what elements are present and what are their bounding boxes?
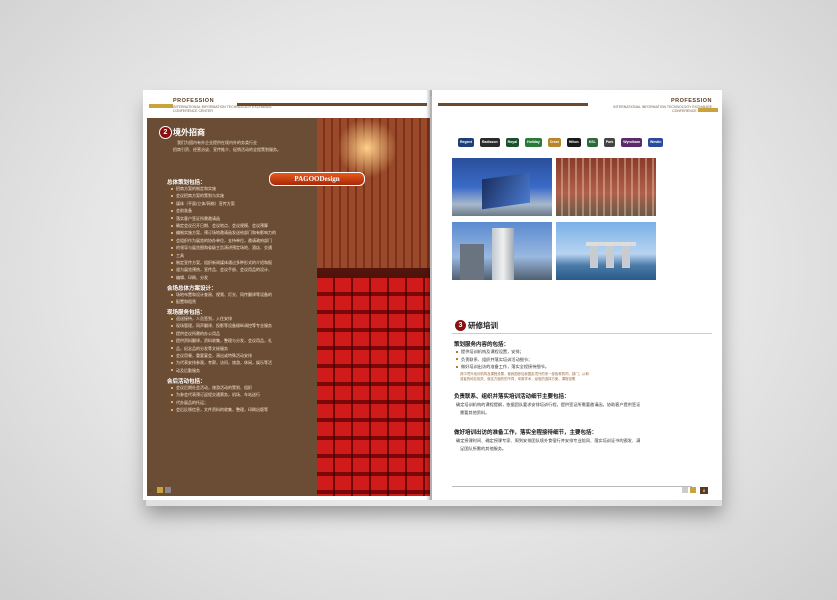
page-number: 8 <box>700 487 708 494</box>
hotel-logo: Royal <box>505 138 520 147</box>
list-item: 现场管理，同声翻译、投影等设备操纵调控等专业服务 <box>171 322 272 329</box>
block-heading: 做好培训出访的准备工作，落实全程接待细节，主要包括： <box>454 430 598 436</box>
list-item: 为代表安排参观，考察，访问，旅游，休闲，娱乐等活 <box>171 359 272 366</box>
designer-badge: PAGOODesign <box>269 172 365 186</box>
header-stripe <box>698 108 718 112</box>
list-item: 做好培训出访的准备工作，落实全程接待细节。 <box>456 363 549 371</box>
section-number-badge: 3 <box>454 319 467 332</box>
list-item: 编制实施方案，预订场地邀请函发送给部门和有影响力的 <box>171 229 276 236</box>
list-item: 道为展览预热，宣传品、会议手册、会议用品的设计、 <box>171 266 276 273</box>
building-photo <box>452 158 552 216</box>
header-title: PROFESSION <box>173 98 215 104</box>
list-item: 媒体（平面/立体/网络）宣传方案 <box>171 200 276 207</box>
hotel-logo: Holiday <box>525 138 542 147</box>
hotel-logo: Regent <box>458 138 474 147</box>
block-heading: 策划服务内容的包括： <box>454 342 510 348</box>
intro-line: 我们为国内有外企业提供在境内外的务类行业 <box>177 140 257 145</box>
glass-building <box>482 172 530 210</box>
list-item: 会议后期社会活动，旅游活动的策划、组织 <box>171 384 268 391</box>
tower <box>606 246 614 268</box>
section-number-badge: 2 <box>159 126 172 139</box>
skyscraper-photo <box>452 222 552 280</box>
list-item: 落实客户签证所需邀请函 <box>171 215 276 222</box>
tower <box>590 246 598 268</box>
seat-rows <box>317 278 430 496</box>
list-item: 会议用餐，重要宴会，演出或特殊活动安排 <box>171 352 272 359</box>
tower <box>460 244 484 280</box>
hotel-windows <box>556 158 656 216</box>
tower <box>622 246 630 268</box>
list-item: 会后反馈信息，文件资料的收集，整理，印刷出版等 <box>171 406 268 413</box>
bullet-list: 会议后期社会活动，旅游活动的策划、组织 为参会代表预订返程交通票务，机场、车站送… <box>171 384 268 414</box>
list-item: 工具 <box>171 252 276 259</box>
right-header: PROFESSION INTERNATIONAL INFORMATION TEC… <box>432 98 722 118</box>
bullet-list: 提供培训机构及课程设置，安排； 负责联系、组织并落实培训活动细节； 做好培训出访… <box>456 348 549 371</box>
note-line: 或者的地名相关，就这方面的的不同，采用学术，经验的选择方案，课程设置 <box>460 377 576 381</box>
footer-square <box>682 487 688 493</box>
footer-line <box>452 486 692 487</box>
paragraph-line: 确定培训机构的课程提纲，依据团队要求安排培训行程，提供签证所需要邀请函，协助客户… <box>456 402 641 407</box>
ceiling-light <box>337 118 397 178</box>
hotel-logo: Crest <box>547 138 561 147</box>
bullet-list: 迎送接待，人员签到，入住安排 现场管理，同声翻译、投影等设备操纵调控等专业服务 … <box>171 315 272 374</box>
hotel-logo: Westin <box>647 138 664 147</box>
list-item: 负责联系、组织并落实培训活动细节； <box>456 356 549 364</box>
hotel-logo: Wyndham <box>621 138 642 147</box>
list-item: 场地布置和设计查阅、视频、灯光、同传翻译等设备的 <box>171 291 272 298</box>
hotel-logo: Hilton <box>566 138 581 147</box>
list-item: 会组织作为展览的协办单位，支持单位，邀请政府部门 <box>171 237 276 244</box>
list-item: 动及后勤服务 <box>171 367 272 374</box>
hotel-logo: Park <box>603 138 616 147</box>
list-item: 迎送接待，人员签到，入住安排 <box>171 315 272 322</box>
paragraph-line: 需要其他资料。 <box>460 410 490 415</box>
footer-square <box>165 487 171 493</box>
header-subtitle: CONFERENCE CENTER <box>173 109 213 113</box>
tower <box>492 228 514 280</box>
list-item: 配置和租赁 <box>171 298 272 305</box>
block-heading: 负责联系、组织并落实培训活动细节主要包括： <box>454 394 570 400</box>
section-title: 境外招商 <box>173 128 205 137</box>
list-item: 提供资料翻译，资料收集，整理与分发，会议用品，礼 <box>171 337 272 344</box>
header-bar <box>438 103 588 106</box>
hotel-logo: KSL <box>586 138 598 147</box>
footer-square <box>690 487 696 493</box>
bullet-list: 场地布置和设计查阅、视频、灯光、同传翻译等设备的 配置和租赁 <box>171 291 272 306</box>
hotel-photo <box>556 158 656 216</box>
header-stripe <box>149 104 173 108</box>
left-page: PROFESSION INTERNATIONAL INFORMATION TEC… <box>143 90 430 500</box>
list-item: 会前准备 <box>171 207 276 214</box>
list-item: 提供会议所需的办公用品 <box>171 330 272 337</box>
right-page: PROFESSION INTERNATIONAL INFORMATION TEC… <box>432 90 722 500</box>
left-header: PROFESSION INTERNATIONAL INFORMATION TEC… <box>143 98 430 114</box>
header-title: PROFESSION <box>670 98 712 104</box>
list-item: 为参会代表预订返程交通票务，机场、车站送行 <box>171 391 268 398</box>
intro-line: 招商引资、经营洽谈、宣传推介、促销活动的全程策划服务。 <box>173 147 281 152</box>
header-bar <box>237 103 427 106</box>
list-item: 编辑、印刷、分发 <box>171 274 276 281</box>
list-item: 制定宣传方案，组织新闻媒体通过多种形式的介绍和报 <box>171 259 276 266</box>
list-item: 的领导与展览图和省级主旨演讲预定场地、酒店、交通 <box>171 244 276 251</box>
list-item: 会议招商方案的策划与实施 <box>171 192 276 199</box>
section-title: 研修培训 <box>468 321 498 330</box>
hotel-logo: Radisson <box>479 138 500 147</box>
list-item: 确定会议召开日期、会议地点、会议规模、会议预算 <box>171 222 276 229</box>
page-number: 7 <box>149 488 152 493</box>
paragraph-line: 足团队所需的其他服务。 <box>460 446 507 451</box>
section-divider <box>452 333 712 334</box>
list-item: 品，纪念品的分发等文秘服务 <box>171 345 272 352</box>
list-item: 代办展品的托运； <box>171 399 268 406</box>
paragraph-line: 确定授课时间、确定授课专家、周到安排团队境外食宿行并安排专业陪同、落实培训证书的… <box>456 438 641 443</box>
bullet-list: 招商方案的制定和实施 会议招商方案的策划与实施 媒体（平面/立体/网络）宣传方案… <box>171 185 276 281</box>
list-item: 提供培训机构及课程设置，安排； <box>456 348 549 356</box>
footer-square <box>157 487 163 493</box>
hotel-logo-row: Regent Radisson Royal Holiday Crest Hilt… <box>458 138 668 150</box>
marina-photo <box>556 222 656 280</box>
list-item: 招商方案的制定和实施 <box>171 185 276 192</box>
